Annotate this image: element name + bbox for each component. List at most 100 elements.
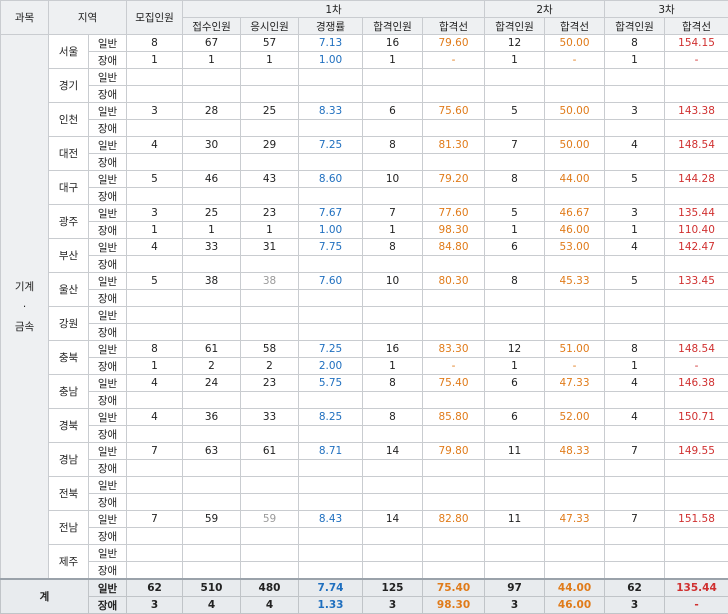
cell-col-0: 4 <box>127 137 183 154</box>
cell-col-5 <box>423 477 485 494</box>
cell-col-2 <box>241 307 299 324</box>
cell-col-8 <box>605 290 665 307</box>
applicant-type: 장애 <box>89 562 127 580</box>
region-name: 인천 <box>49 103 89 137</box>
region-name: 전북 <box>49 477 89 511</box>
cell-col-0 <box>127 392 183 409</box>
cell-col-2 <box>241 324 299 341</box>
cell-col-7: 52.00 <box>545 409 605 426</box>
applicant-type: 일반 <box>89 137 127 154</box>
header-round3-cutoff: 합격선 <box>665 18 728 35</box>
total-cell-col-7: 44.00 <box>545 579 605 597</box>
cell-col-2 <box>241 154 299 171</box>
header-round1-passers: 합격인원 <box>363 18 423 35</box>
cell-col-6 <box>485 392 545 409</box>
region-name: 경기 <box>49 69 89 103</box>
table-row: 제주일반 <box>1 545 728 562</box>
cell-col-1: 61 <box>183 341 241 358</box>
cell-col-4 <box>363 392 423 409</box>
cell-col-1: 63 <box>183 443 241 460</box>
cell-col-2 <box>241 392 299 409</box>
cell-col-2: 1 <box>241 52 299 69</box>
cell-col-3: 8.25 <box>299 409 363 426</box>
table-row: 강원일반 <box>1 307 728 324</box>
applicant-type: 일반 <box>89 409 127 426</box>
cell-col-9: 133.45 <box>665 273 728 290</box>
cell-col-0: 1 <box>127 222 183 239</box>
results-table: 과목 지역 모집인원 1차 2차 3차 접수인원 응시인원 경쟁률 합격인원 합… <box>0 0 728 614</box>
region-name: 대구 <box>49 171 89 205</box>
cell-col-2 <box>241 545 299 562</box>
cell-col-1: 46 <box>183 171 241 188</box>
cell-col-5 <box>423 307 485 324</box>
cell-col-6 <box>485 494 545 511</box>
table-row: 대구일반546438.601079.20844.005144.28 <box>1 171 728 188</box>
total-cell-col-6: 3 <box>485 597 545 614</box>
cell-col-0: 4 <box>127 375 183 392</box>
cell-col-1: 2 <box>183 358 241 375</box>
cell-col-5 <box>423 69 485 86</box>
cell-col-9 <box>665 120 728 137</box>
cell-col-9: - <box>665 358 728 375</box>
cell-col-1: 36 <box>183 409 241 426</box>
cell-col-8 <box>605 460 665 477</box>
cell-col-6 <box>485 188 545 205</box>
cell-col-3 <box>299 528 363 545</box>
cell-col-9: 154.15 <box>665 35 728 52</box>
table-row: 장애 <box>1 324 728 341</box>
cell-col-7 <box>545 426 605 443</box>
cell-col-9 <box>665 528 728 545</box>
cell-col-5: - <box>423 52 485 69</box>
cell-col-3 <box>299 494 363 511</box>
cell-col-8: 1 <box>605 358 665 375</box>
cell-col-3: 7.13 <box>299 35 363 52</box>
cell-col-6 <box>485 426 545 443</box>
header-round3: 3차 <box>605 1 728 18</box>
cell-col-9 <box>665 426 728 443</box>
cell-col-9 <box>665 460 728 477</box>
cell-col-2 <box>241 86 299 103</box>
cell-col-8: 5 <box>605 171 665 188</box>
cell-col-5 <box>423 290 485 307</box>
table-row: 장애 <box>1 460 728 477</box>
cell-col-7 <box>545 528 605 545</box>
cell-col-3: 7.60 <box>299 273 363 290</box>
cell-col-7: 50.00 <box>545 103 605 120</box>
cell-col-4: 10 <box>363 273 423 290</box>
table-row: 장애 <box>1 392 728 409</box>
total-row: 계일반625104807.7412575.409744.0062135.44 <box>1 579 728 597</box>
cell-col-6: 8 <box>485 273 545 290</box>
header-round2-cutoff: 합격선 <box>545 18 605 35</box>
table-row: 광주일반325237.67777.60546.673135.44 <box>1 205 728 222</box>
table-row: 장애 <box>1 562 728 580</box>
cell-col-2: 1 <box>241 222 299 239</box>
cell-col-0: 1 <box>127 358 183 375</box>
cell-col-1 <box>183 154 241 171</box>
cell-col-2: 29 <box>241 137 299 154</box>
cell-col-6: 8 <box>485 171 545 188</box>
cell-col-8 <box>605 86 665 103</box>
cell-col-3: 2.00 <box>299 358 363 375</box>
total-cell-col-9: 135.44 <box>665 579 728 597</box>
table-row: 장애1222.001-1-1- <box>1 358 728 375</box>
cell-col-8: 4 <box>605 409 665 426</box>
applicant-type: 일반 <box>89 511 127 528</box>
cell-col-7: 46.00 <box>545 222 605 239</box>
cell-col-0 <box>127 324 183 341</box>
applicant-type: 일반 <box>89 35 127 52</box>
cell-col-4: 1 <box>363 52 423 69</box>
cell-col-4: 10 <box>363 171 423 188</box>
cell-col-7 <box>545 494 605 511</box>
cell-col-7 <box>545 188 605 205</box>
cell-col-3 <box>299 69 363 86</box>
cell-col-9: 148.54 <box>665 341 728 358</box>
total-cell-col-7: 46.00 <box>545 597 605 614</box>
cell-col-3 <box>299 460 363 477</box>
cell-col-0 <box>127 86 183 103</box>
table-row: 대전일반430297.25881.30750.004148.54 <box>1 137 728 154</box>
applicant-type: 장애 <box>89 392 127 409</box>
table-row: 장애 <box>1 494 728 511</box>
cell-col-5: 75.60 <box>423 103 485 120</box>
cell-col-7 <box>545 324 605 341</box>
cell-col-5 <box>423 460 485 477</box>
